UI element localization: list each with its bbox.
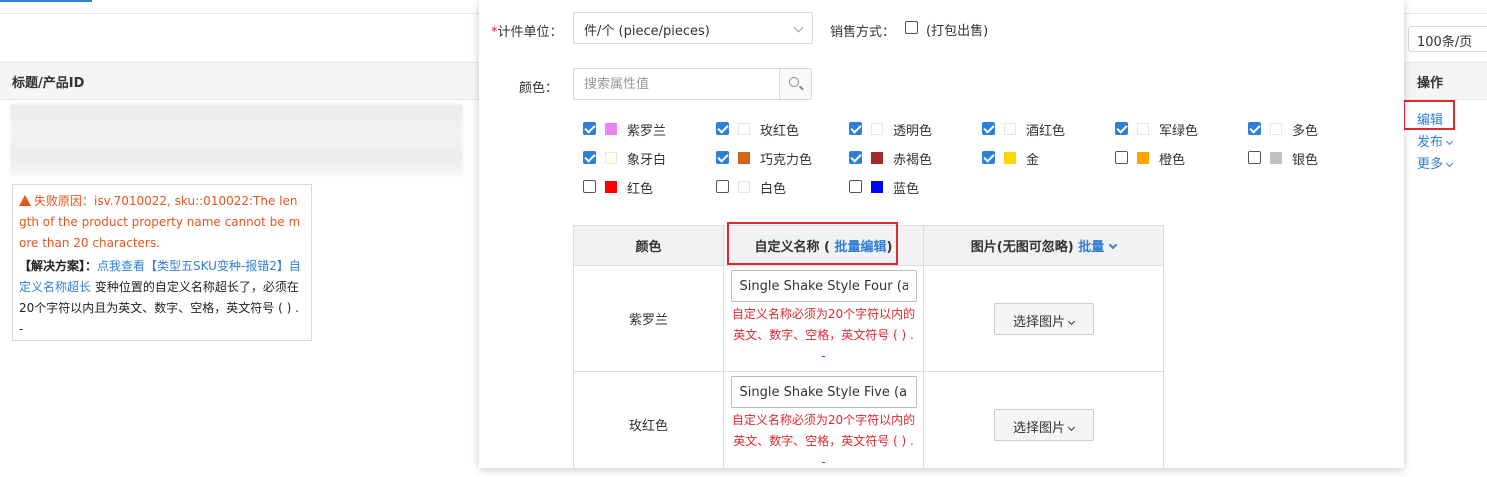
col-image-header: 图片(无图可忽略) 批量	[923, 225, 1164, 266]
color-swatch	[1270, 123, 1282, 135]
table-row: 紫罗兰 自定义名称必须为20个字符以内的英文、数字、空格，英文符号 ( ) . …	[573, 265, 1164, 372]
chevron-down-icon	[1445, 159, 1454, 168]
color-swatch	[871, 123, 883, 135]
search-button[interactable]	[779, 69, 811, 99]
color-option-label: 军绿色	[1159, 124, 1199, 139]
color-swatch	[1137, 152, 1149, 164]
page-size-select[interactable]: 100条/页	[1408, 26, 1487, 52]
row-color: 紫罗兰	[573, 265, 724, 372]
active-tab-indicator	[0, 0, 92, 2]
error-solution: 【解决方案】：点我查看【类型五SKU变种-报错2】自定义名称超长 变种位置的自定…	[19, 256, 305, 340]
color-checkbox[interactable]	[1248, 122, 1261, 135]
custom-name-input[interactable]	[730, 376, 917, 408]
edit-modal: *计件单位： 件/个 (piece/pieces) 销售方式： (打包出售) 颜…	[479, 0, 1404, 468]
error-reason: 失败原因：isv.7010022, sku::010022:The length…	[19, 191, 305, 254]
color-option-label: 白色	[760, 182, 787, 197]
chevron-down-icon	[1067, 317, 1076, 325]
solution-label: 【解决方案】：	[19, 259, 98, 273]
color-swatch	[738, 152, 750, 164]
color-checkbox[interactable]	[982, 122, 995, 135]
color-swatch	[1004, 152, 1016, 164]
highlight-edit-box	[1403, 100, 1455, 130]
color-swatch	[871, 152, 883, 164]
color-option-label: 透明色	[893, 124, 933, 139]
color-checkbox[interactable]	[583, 122, 596, 135]
color-checkbox[interactable]	[716, 122, 729, 135]
color-checkbox[interactable]	[716, 151, 729, 164]
color-search-box	[573, 68, 812, 100]
color-checkbox[interactable]	[1115, 122, 1128, 135]
color-option-label: 红色	[627, 182, 654, 197]
color-option-label: 金	[1026, 153, 1040, 168]
custom-name-input[interactable]	[730, 270, 917, 302]
color-label: 颜色：	[519, 81, 559, 96]
color-swatch	[605, 152, 617, 164]
color-search-input[interactable]	[574, 69, 779, 99]
color-checkbox[interactable]	[1248, 151, 1261, 164]
search-icon	[789, 77, 799, 87]
color-swatch	[1004, 123, 1016, 135]
color-swatch	[605, 123, 617, 135]
color-checkbox[interactable]	[982, 151, 995, 164]
select-image-button[interactable]: 选择图片	[993, 302, 1094, 335]
color-option-label: 紫罗兰	[627, 124, 667, 139]
custom-name-error: 自定义名称必须为20个字符以内的英文、数字、空格，英文符号 ( ) . -	[731, 413, 916, 468]
chevron-down-icon	[793, 22, 804, 33]
color-checkbox[interactable]	[716, 180, 729, 193]
color-option-label: 多色	[1292, 124, 1319, 139]
color-swatch	[738, 123, 750, 135]
color-checkbox[interactable]	[849, 151, 862, 164]
custom-name-error: 自定义名称必须为20个字符以内的英文、数字、空格，英文符号 ( ) . -	[731, 307, 916, 363]
color-swatch	[871, 181, 883, 193]
row-color: 玫红色	[573, 371, 724, 468]
publish-link[interactable]: 发布	[1417, 132, 1454, 154]
color-checkbox[interactable]	[583, 180, 596, 193]
error-message-box: 失败原因：isv.7010022, sku::010022:The length…	[12, 184, 312, 341]
batch-image-link[interactable]: 批量	[1078, 240, 1118, 255]
color-checkbox[interactable]	[849, 122, 862, 135]
chevron-down-icon	[1108, 240, 1118, 250]
column-title-header: 标题/产品ID	[12, 76, 85, 91]
color-option-label: 象牙白	[627, 153, 667, 168]
color-swatch	[1137, 123, 1149, 135]
color-option-label: 银色	[1292, 153, 1319, 168]
unit-select[interactable]: 件/个 (piece/pieces)	[573, 12, 813, 44]
color-option-label: 玫红色	[760, 124, 800, 139]
chevron-down-icon	[1445, 137, 1454, 146]
warning-icon	[19, 195, 31, 206]
select-image-button[interactable]: 选择图片	[993, 408, 1094, 441]
package-sale-text: (打包出售)	[926, 24, 989, 39]
color-checkbox[interactable]	[849, 180, 862, 193]
package-sale-checkbox[interactable]	[905, 21, 918, 34]
table-row: 玫红色 自定义名称必须为20个字符以内的英文、数字、空格，英文符号 ( ) . …	[573, 371, 1164, 468]
color-swatch	[1270, 152, 1282, 164]
highlight-custom-name-box	[727, 222, 898, 265]
color-checkbox[interactable]	[1115, 151, 1128, 164]
color-swatch	[738, 181, 750, 193]
color-option-label: 赤褐色	[893, 153, 933, 168]
color-swatch	[605, 181, 617, 193]
color-option-label: 巧克力色	[760, 153, 813, 168]
col-color-header: 颜色	[573, 225, 724, 266]
error-reason-label: 失败原因：	[34, 194, 95, 208]
chevron-down-icon	[1067, 423, 1076, 431]
blurred-product-title	[10, 104, 463, 176]
color-checkbox[interactable]	[583, 151, 596, 164]
more-link[interactable]: 更多	[1417, 154, 1454, 176]
color-option-label: 酒红色	[1026, 124, 1066, 139]
unit-label: *计件单位：	[491, 25, 563, 40]
color-option-label: 橙色	[1159, 153, 1186, 168]
sale-label: 销售方式：	[830, 25, 896, 40]
color-option-label: 蓝色	[893, 182, 920, 197]
column-ops-header: 操作	[1417, 76, 1444, 91]
